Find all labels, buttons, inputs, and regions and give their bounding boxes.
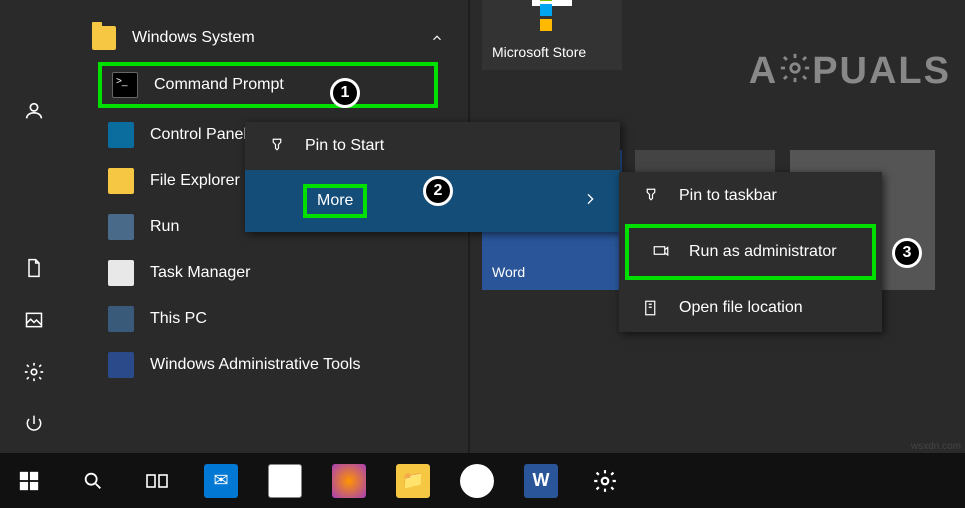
ctx-label: More [317, 192, 353, 209]
item-label: Control Panel [150, 126, 247, 144]
taskbar-word[interactable]: W [520, 460, 562, 502]
file-location-icon [641, 298, 661, 318]
open-file-location-item[interactable]: Open file location [619, 284, 882, 332]
windows-admin-tools-item[interactable]: Windows Administrative Tools [68, 342, 468, 388]
admin-tools-icon [108, 352, 134, 378]
mail-icon: ✉ [204, 464, 238, 498]
task-manager-icon [108, 260, 134, 286]
store-icon: 🛍 [268, 464, 302, 498]
chevron-up-icon [430, 31, 444, 45]
chevron-right-icon [582, 191, 598, 212]
chrome-icon: ◉ [460, 464, 494, 498]
ctx-label: Run as administrator [689, 243, 837, 261]
start-button[interactable] [8, 460, 50, 502]
file-explorer-icon [108, 168, 134, 194]
item-label: This PC [150, 310, 207, 328]
power-icon[interactable] [23, 413, 45, 435]
ms-store-icon [532, 0, 572, 6]
taskbar-mail[interactable]: ✉ [200, 460, 242, 502]
taskbar-settings[interactable] [584, 460, 626, 502]
pictures-icon[interactable] [23, 309, 45, 331]
more-highlight: More [303, 184, 367, 218]
documents-icon[interactable] [23, 257, 45, 279]
ctx-label: Pin to taskbar [679, 187, 777, 205]
task-view-button[interactable] [136, 460, 178, 502]
run-as-admin-item[interactable]: Run as administrator [625, 224, 876, 280]
item-label: Task Manager [150, 264, 251, 282]
item-label: Command Prompt [154, 76, 284, 94]
taskbar-firefox[interactable] [328, 460, 370, 502]
item-label: Windows Administrative Tools [150, 356, 360, 374]
user-account-icon[interactable] [23, 100, 45, 122]
settings-icon[interactable] [23, 361, 45, 383]
pin-to-taskbar-item[interactable]: Pin to taskbar [619, 172, 882, 220]
context-submenu: Pin to taskbar Run as administrator Open… [619, 172, 882, 332]
pin-to-start-item[interactable]: Pin to Start [245, 122, 620, 170]
word-icon: W [524, 464, 558, 498]
item-label: Run [150, 218, 179, 236]
control-panel-icon [108, 122, 134, 148]
folder-icon [92, 26, 116, 50]
taskbar-file-explorer[interactable]: 📁 [392, 460, 434, 502]
badge-1: 1 [330, 78, 360, 108]
pin-icon [267, 136, 287, 156]
taskbar: ✉ 🛍 📁 ◉ W [0, 453, 965, 508]
taskbar-chrome[interactable]: ◉ [456, 460, 498, 502]
shield-icon [651, 242, 671, 262]
windows-system-folder[interactable]: Windows System [68, 18, 468, 58]
task-manager-item[interactable]: Task Manager [68, 250, 468, 296]
folder-label: Windows System [132, 29, 255, 47]
watermark-logo: APUALS [749, 50, 951, 95]
settings-icon [588, 464, 622, 498]
start-left-rail [0, 0, 68, 453]
tile-label: Word [492, 264, 612, 280]
badge-2: 2 [423, 176, 453, 206]
item-label: File Explorer [150, 172, 240, 190]
firefox-icon [332, 464, 366, 498]
footer-watermark: wsxdn.com [911, 441, 961, 452]
taskbar-store[interactable]: 🛍 [264, 460, 306, 502]
tile-label: Microsoft Store [492, 44, 612, 60]
explorer-icon: 📁 [396, 464, 430, 498]
command-prompt-item[interactable]: Command Prompt [98, 62, 438, 108]
search-button[interactable] [72, 460, 114, 502]
this-pc-item[interactable]: This PC [68, 296, 468, 342]
this-pc-icon [108, 306, 134, 332]
ctx-label: Pin to Start [305, 137, 384, 155]
microsoft-store-tile[interactable]: Microsoft Store [482, 0, 622, 70]
cmd-icon [112, 72, 138, 98]
pin-icon [641, 186, 661, 206]
run-icon [108, 214, 134, 240]
badge-3: 3 [892, 238, 922, 268]
ctx-label: Open file location [679, 299, 803, 317]
